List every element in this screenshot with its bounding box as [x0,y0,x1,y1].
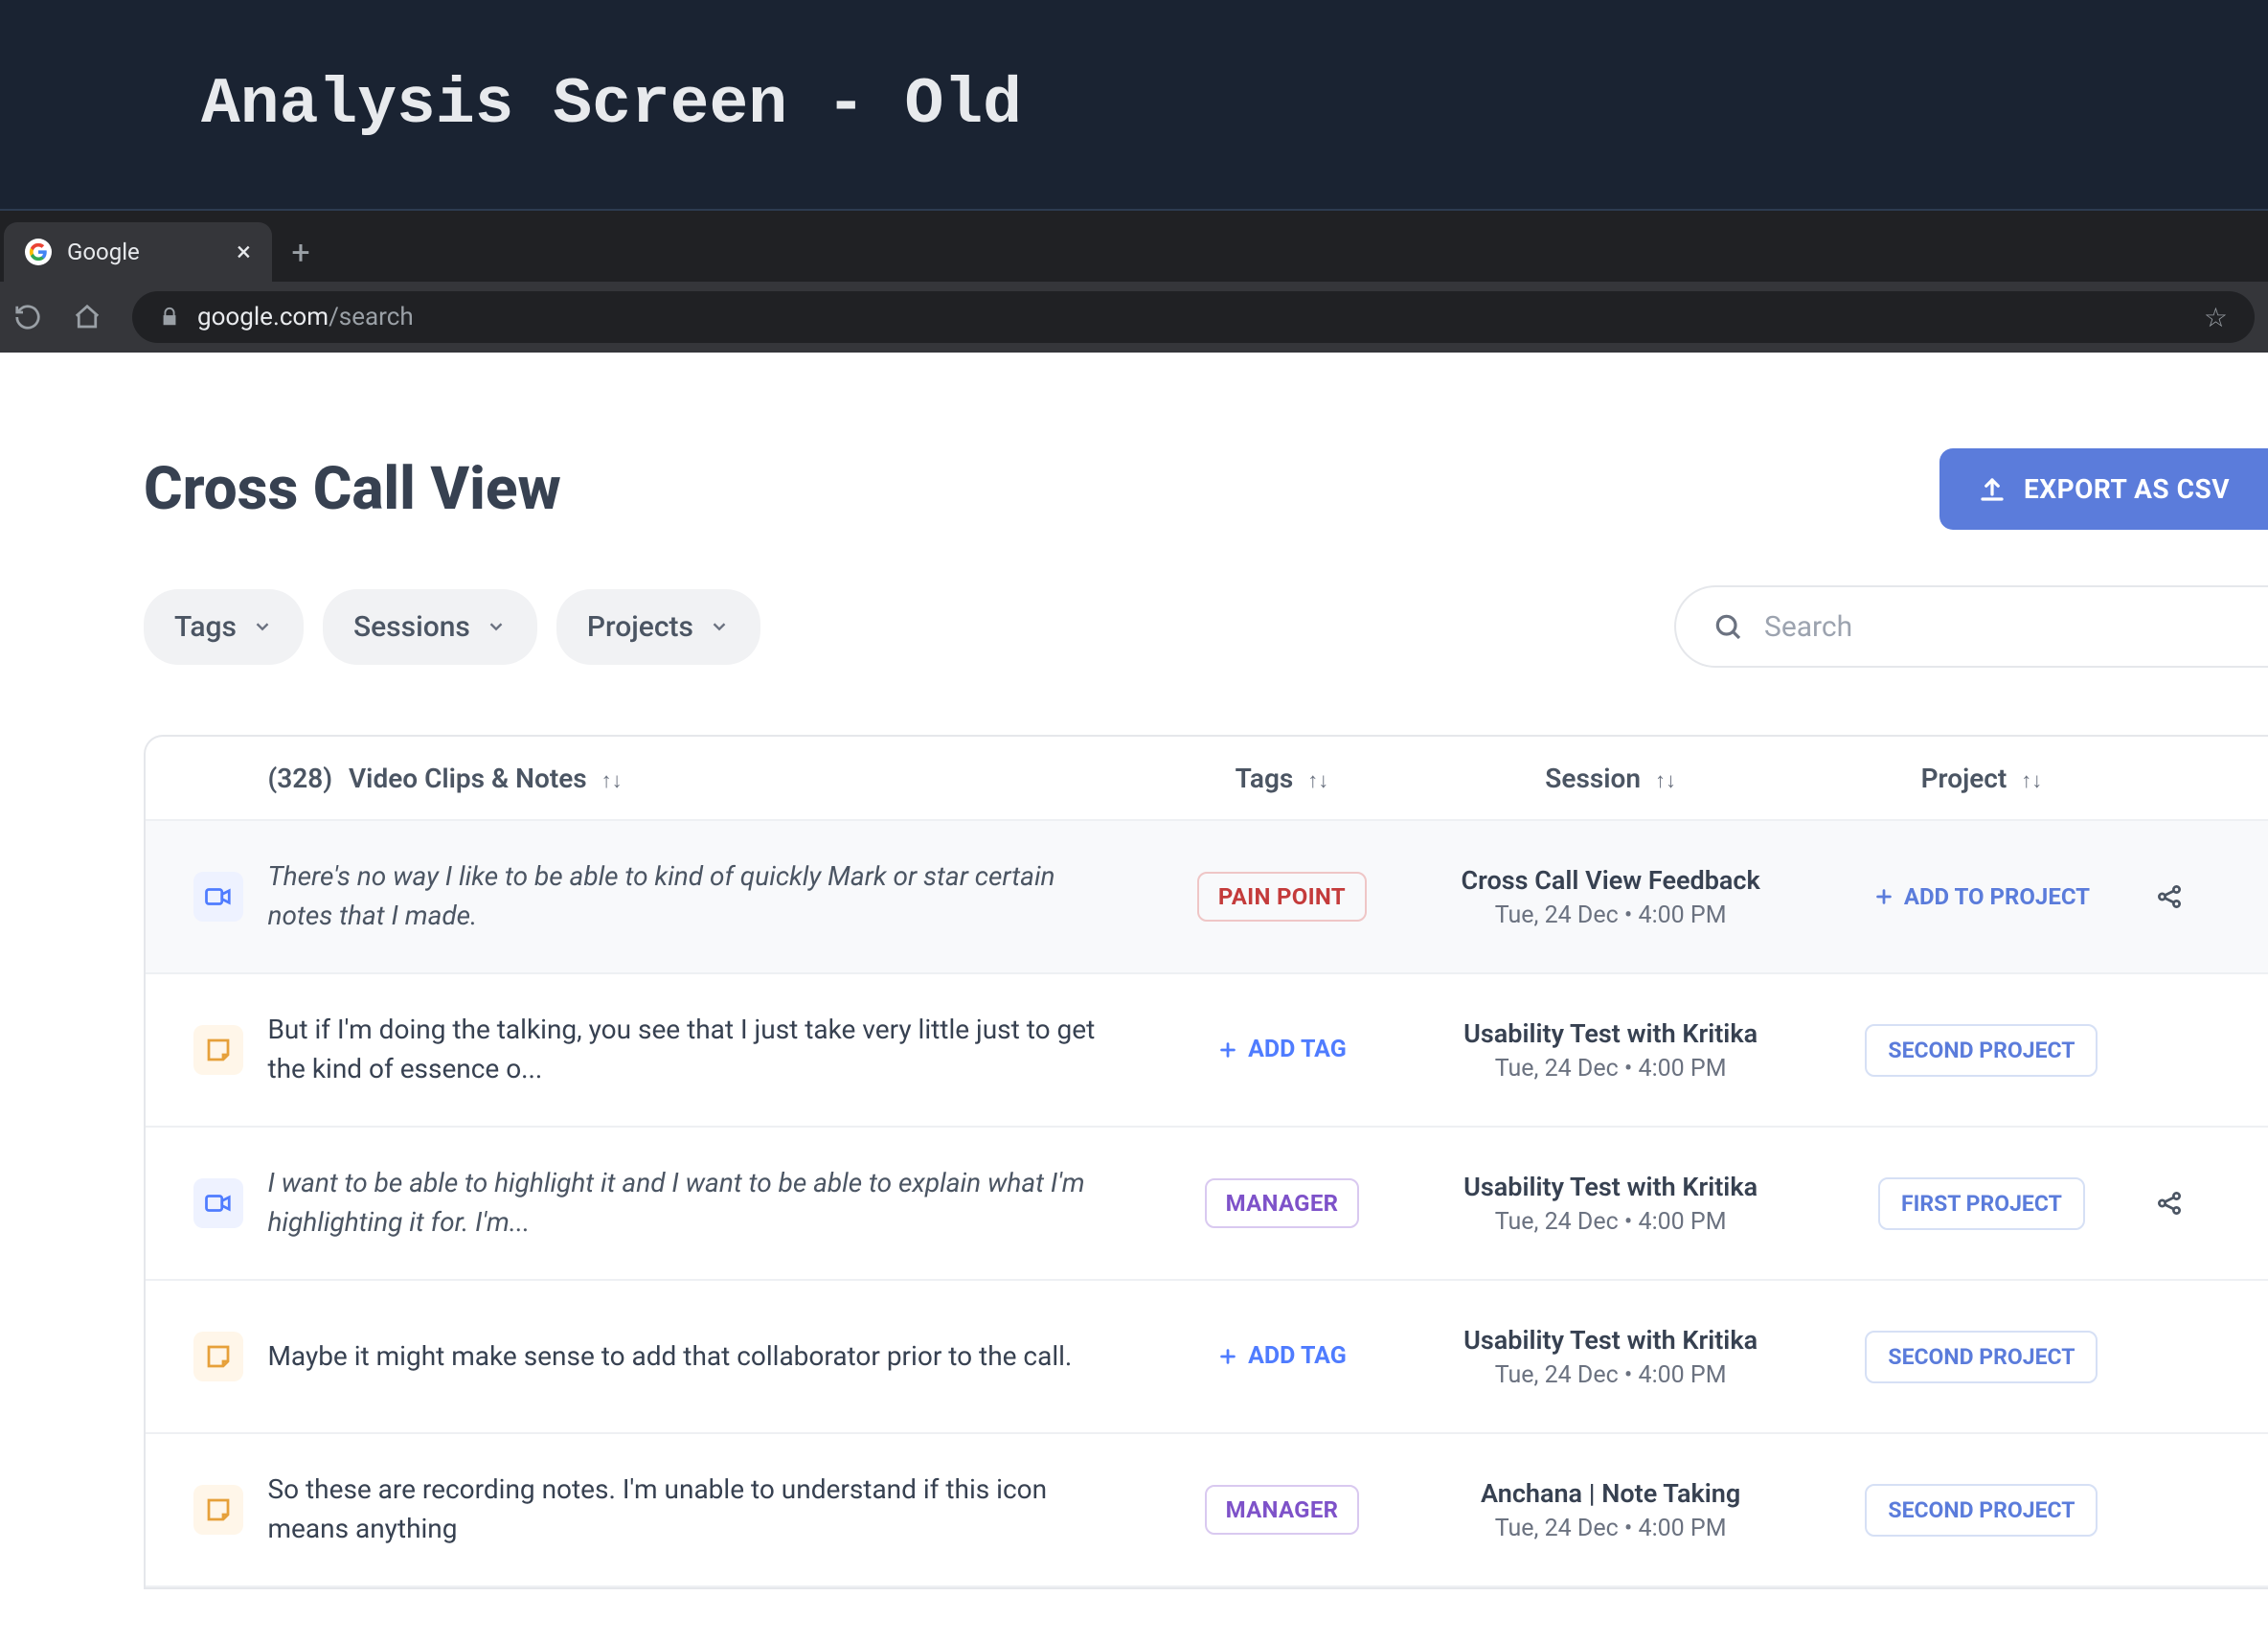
tag-pill[interactable]: PAIN POINT [1197,872,1367,922]
search-input[interactable]: Search [1674,585,2268,668]
filter-projects[interactable]: Projects [556,589,760,665]
filter-tags-label: Tags [174,610,237,644]
chevron-down-icon [252,616,273,637]
reload-icon[interactable] [13,303,52,331]
project-pill[interactable]: SECOND PROJECT [1865,1024,2098,1077]
table-header: (328) Video Clips & Notes ↑↓ Tags ↑↓ Ses… [146,737,2268,821]
bookmark-star-icon[interactable]: ☆ [2204,302,2228,333]
tab-title: Google [67,239,140,265]
session-title: Cross Call View Feedback [1414,865,1808,896]
header-project[interactable]: Project ↑↓ [1808,763,2156,794]
tag-pill[interactable]: MANAGER [1205,1485,1360,1535]
note-icon [193,1332,243,1381]
session-title: Usability Test with Kritika [1414,1018,1808,1049]
session-time: Tue, 24 Dec • 4:00 PM [1414,1361,1808,1389]
search-placeholder: Search [1764,610,1852,644]
url-text: google.com/search [197,303,414,331]
session-title: Usability Test with Kritika [1414,1325,1808,1356]
chevron-down-icon [486,616,507,637]
note-text: So these are recording notes. I'm unable… [267,1471,1110,1548]
filter-sessions-label: Sessions [353,610,470,644]
header-notes[interactable]: (328) Video Clips & Notes ↑↓ [267,763,1150,794]
home-icon[interactable] [73,303,111,331]
sort-icon: ↑↓ [1307,769,1328,793]
chevron-down-icon [709,616,730,637]
filter-projects-label: Projects [587,610,693,644]
upload-icon [1978,475,2007,504]
header-session[interactable]: Session ↑↓ [1414,763,1808,794]
table-row[interactable]: But if I'm doing the talking, you see th… [146,974,2268,1128]
sort-icon: ↑↓ [2021,769,2042,793]
session-time: Tue, 24 Dec • 4:00 PM [1414,1208,1808,1236]
sort-icon: ↑↓ [1655,769,1676,793]
table-row[interactable]: So these are recording notes. I'm unable… [146,1434,2268,1587]
page-title: Cross Call View [144,454,561,524]
note-text: There's no way I like to be able to kind… [267,857,1110,935]
browser-toolbar: google.com/search ☆ [0,282,2268,353]
note-text: Maybe it might make sense to add that co… [267,1337,1110,1377]
session-title: Anchana | Note Taking [1414,1478,1808,1509]
table-row[interactable]: Maybe it might make sense to add that co… [146,1281,2268,1434]
video-clip-icon [193,872,243,922]
note-icon [193,1025,243,1075]
sort-icon: ↑↓ [601,769,623,793]
video-clip-icon [193,1178,243,1228]
session-time: Tue, 24 Dec • 4:00 PM [1414,901,1808,929]
export-csv-label: EXPORT AS CSV [2024,473,2230,505]
table-row[interactable]: I want to be able to highlight it and I … [146,1128,2268,1281]
note-text: I want to be able to highlight it and I … [267,1164,1110,1242]
filter-tags[interactable]: Tags [144,589,304,665]
note-icon [193,1485,243,1535]
note-text: But if I'm doing the talking, you see th… [267,1011,1110,1088]
session-time: Tue, 24 Dec • 4:00 PM [1414,1055,1808,1083]
add-tag-button[interactable]: ADD TAG [1217,1342,1347,1370]
banner-title: Analysis Screen - Old [201,68,1022,142]
browser-tab-strip: Google × + [0,211,2268,282]
session-title: Usability Test with Kritika [1414,1172,1808,1202]
new-tab-button[interactable]: + [272,224,329,282]
results-table: (328) Video Clips & Notes ↑↓ Tags ↑↓ Ses… [144,735,2268,1589]
address-bar[interactable]: google.com/search ☆ [132,291,2255,343]
share-icon[interactable] [2155,1189,2268,1218]
google-favicon-icon [25,239,52,265]
header-tags[interactable]: Tags ↑↓ [1150,763,1414,794]
table-row[interactable]: There's no way I like to be able to kind… [146,821,2268,974]
browser-tab[interactable]: Google × [4,222,272,282]
lock-icon [159,307,180,328]
close-tab-icon[interactable]: × [237,239,251,265]
search-icon [1712,611,1743,642]
share-icon[interactable] [2155,882,2268,911]
project-pill[interactable]: FIRST PROJECT [1878,1177,2085,1230]
tag-pill[interactable]: MANAGER [1205,1178,1360,1228]
add-to-project-button[interactable]: ADD TO PROJECT [1873,883,2090,910]
project-pill[interactable]: SECOND PROJECT [1865,1484,2098,1537]
filter-sessions[interactable]: Sessions [323,589,537,665]
design-banner: Analysis Screen - Old [0,0,2268,211]
export-csv-button[interactable]: EXPORT AS CSV [1939,448,2268,530]
project-pill[interactable]: SECOND PROJECT [1865,1331,2098,1383]
add-tag-button[interactable]: ADD TAG [1217,1036,1347,1063]
session-time: Tue, 24 Dec • 4:00 PM [1414,1515,1808,1542]
